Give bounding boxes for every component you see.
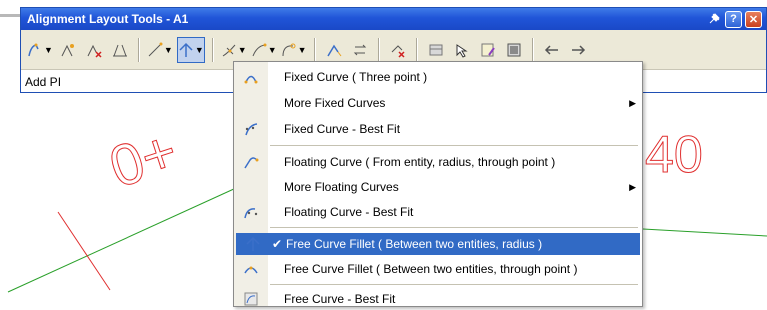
- undo-icon: [544, 44, 558, 55]
- convert-autocad-button[interactable]: [323, 37, 345, 63]
- window-title: Alignment Layout Tools - A1: [27, 12, 189, 26]
- break-apart-pi-button[interactable]: [109, 37, 131, 63]
- redo-button[interactable]: [567, 37, 589, 63]
- pi-commands-button[interactable]: ▼: [27, 37, 53, 63]
- alignment-grid-view-button[interactable]: [477, 37, 499, 63]
- delete-subentity-icon: [391, 44, 405, 58]
- toolbar-separator: [531, 37, 534, 62]
- insert-pi-button[interactable]: [57, 37, 79, 63]
- station-tick-left: [57, 211, 111, 291]
- floating-curve-best-fit-icon: [244, 208, 258, 219]
- delete-pi-button[interactable]: [83, 37, 105, 63]
- submenu-arrow-icon: ▶: [629, 181, 636, 192]
- menu-item-free-curve-fillet-radius[interactable]: ✔ Free Curve Fillet ( Between two entiti…: [236, 233, 640, 255]
- alignment-line-left: [7, 187, 237, 293]
- menu-separator: [270, 284, 638, 285]
- menu-separator: [270, 145, 638, 146]
- station-label-right: 40: [645, 126, 703, 184]
- chevron-down-icon[interactable]: ▼: [164, 45, 173, 55]
- curve-through-point-button[interactable]: ▼: [281, 37, 307, 63]
- checkmark-icon: ✔: [272, 237, 283, 251]
- convert-autocad-icon: [326, 44, 341, 56]
- menu-item-more-fixed-curves[interactable]: More Fixed Curves ▶: [234, 92, 642, 114]
- fixed-curve-three-point-icon: [244, 75, 258, 84]
- break-apart-pi-icon: [112, 44, 127, 56]
- spiral-commands-button[interactable]: ▼: [221, 37, 247, 63]
- subentity-editor-button[interactable]: [451, 37, 473, 63]
- subentity-editor-icon: [456, 43, 468, 58]
- curve-commands-icon: [179, 42, 193, 57]
- delete-pi-icon: [87, 44, 102, 58]
- line-commands-button[interactable]: ▼: [251, 37, 277, 63]
- toolbar-grip[interactable]: [0, 14, 20, 17]
- chevron-down-icon[interactable]: ▼: [195, 45, 204, 55]
- toolbar-separator: [377, 37, 380, 62]
- chevron-down-icon[interactable]: ▼: [298, 45, 307, 55]
- menu-item-fixed-curve-best-fit[interactable]: Fixed Curve - Best Fit: [234, 118, 642, 140]
- toolbar-separator: [313, 37, 316, 62]
- menu-item-free-curve-fillet-point[interactable]: Free Curve Fillet ( Between two entities…: [234, 258, 642, 280]
- curve-commands-menu: Fixed Curve ( Three point ) More Fixed C…: [233, 61, 643, 307]
- floating-curve-icon: [244, 157, 259, 169]
- pi-commands-icon: [28, 43, 39, 56]
- reverse-direction-icon: [353, 44, 366, 55]
- toolbar-separator: [211, 37, 214, 62]
- pick-subentity-icon: [429, 44, 443, 55]
- pin-icon[interactable]: [706, 11, 722, 27]
- menu-separator: [270, 227, 638, 228]
- menu-item-floating-curve-best-fit[interactable]: Floating Curve - Best Fit: [234, 201, 642, 223]
- tangent-line-icon: [148, 42, 163, 56]
- help-button[interactable]: ?: [725, 10, 742, 28]
- toolbar-separator: [137, 37, 140, 62]
- alignment-line-right: [642, 228, 767, 237]
- menu-item-floating-curve[interactable]: Floating Curve ( From entity, radius, th…: [234, 151, 642, 173]
- title-bar[interactable]: Alignment Layout Tools - A1 ? ✕: [21, 8, 766, 30]
- line-commands-icon: [252, 43, 267, 56]
- free-curve-fillet-radius-icon: [246, 236, 260, 251]
- insert-pi-icon: [61, 43, 74, 56]
- undo-button[interactable]: [541, 37, 563, 63]
- edit-properties-icon: [507, 43, 521, 56]
- delete-subentity-button[interactable]: [387, 37, 409, 63]
- tangent-line-button[interactable]: ▼: [147, 37, 173, 63]
- menu-item-more-floating-curves[interactable]: More Floating Curves ▶: [234, 176, 642, 198]
- alignment-grid-view-icon: [481, 43, 495, 56]
- free-curve-fillet-point-icon: [244, 266, 258, 274]
- chevron-down-icon[interactable]: ▼: [238, 45, 247, 55]
- fixed-curve-best-fit-icon: [245, 123, 258, 136]
- redo-icon: [571, 44, 585, 55]
- chevron-down-icon[interactable]: ▼: [44, 45, 53, 55]
- toolbar-separator: [415, 37, 418, 62]
- submenu-arrow-icon: ▶: [629, 97, 636, 108]
- pick-subentity-button[interactable]: [425, 37, 447, 63]
- close-button[interactable]: ✕: [745, 10, 762, 28]
- curve-through-point-icon: [282, 43, 296, 56]
- chevron-down-icon[interactable]: ▼: [268, 45, 277, 55]
- free-curve-best-fit-icon: [244, 292, 258, 306]
- spiral-commands-icon: [222, 44, 236, 56]
- menu-item-fixed-curve-three-point[interactable]: Fixed Curve ( Three point ): [234, 66, 642, 88]
- station-label-left: 0+: [102, 118, 185, 200]
- curve-commands-button[interactable]: ▼: [176, 36, 205, 63]
- reverse-direction-button[interactable]: [349, 37, 371, 63]
- edit-properties-button[interactable]: [503, 37, 525, 63]
